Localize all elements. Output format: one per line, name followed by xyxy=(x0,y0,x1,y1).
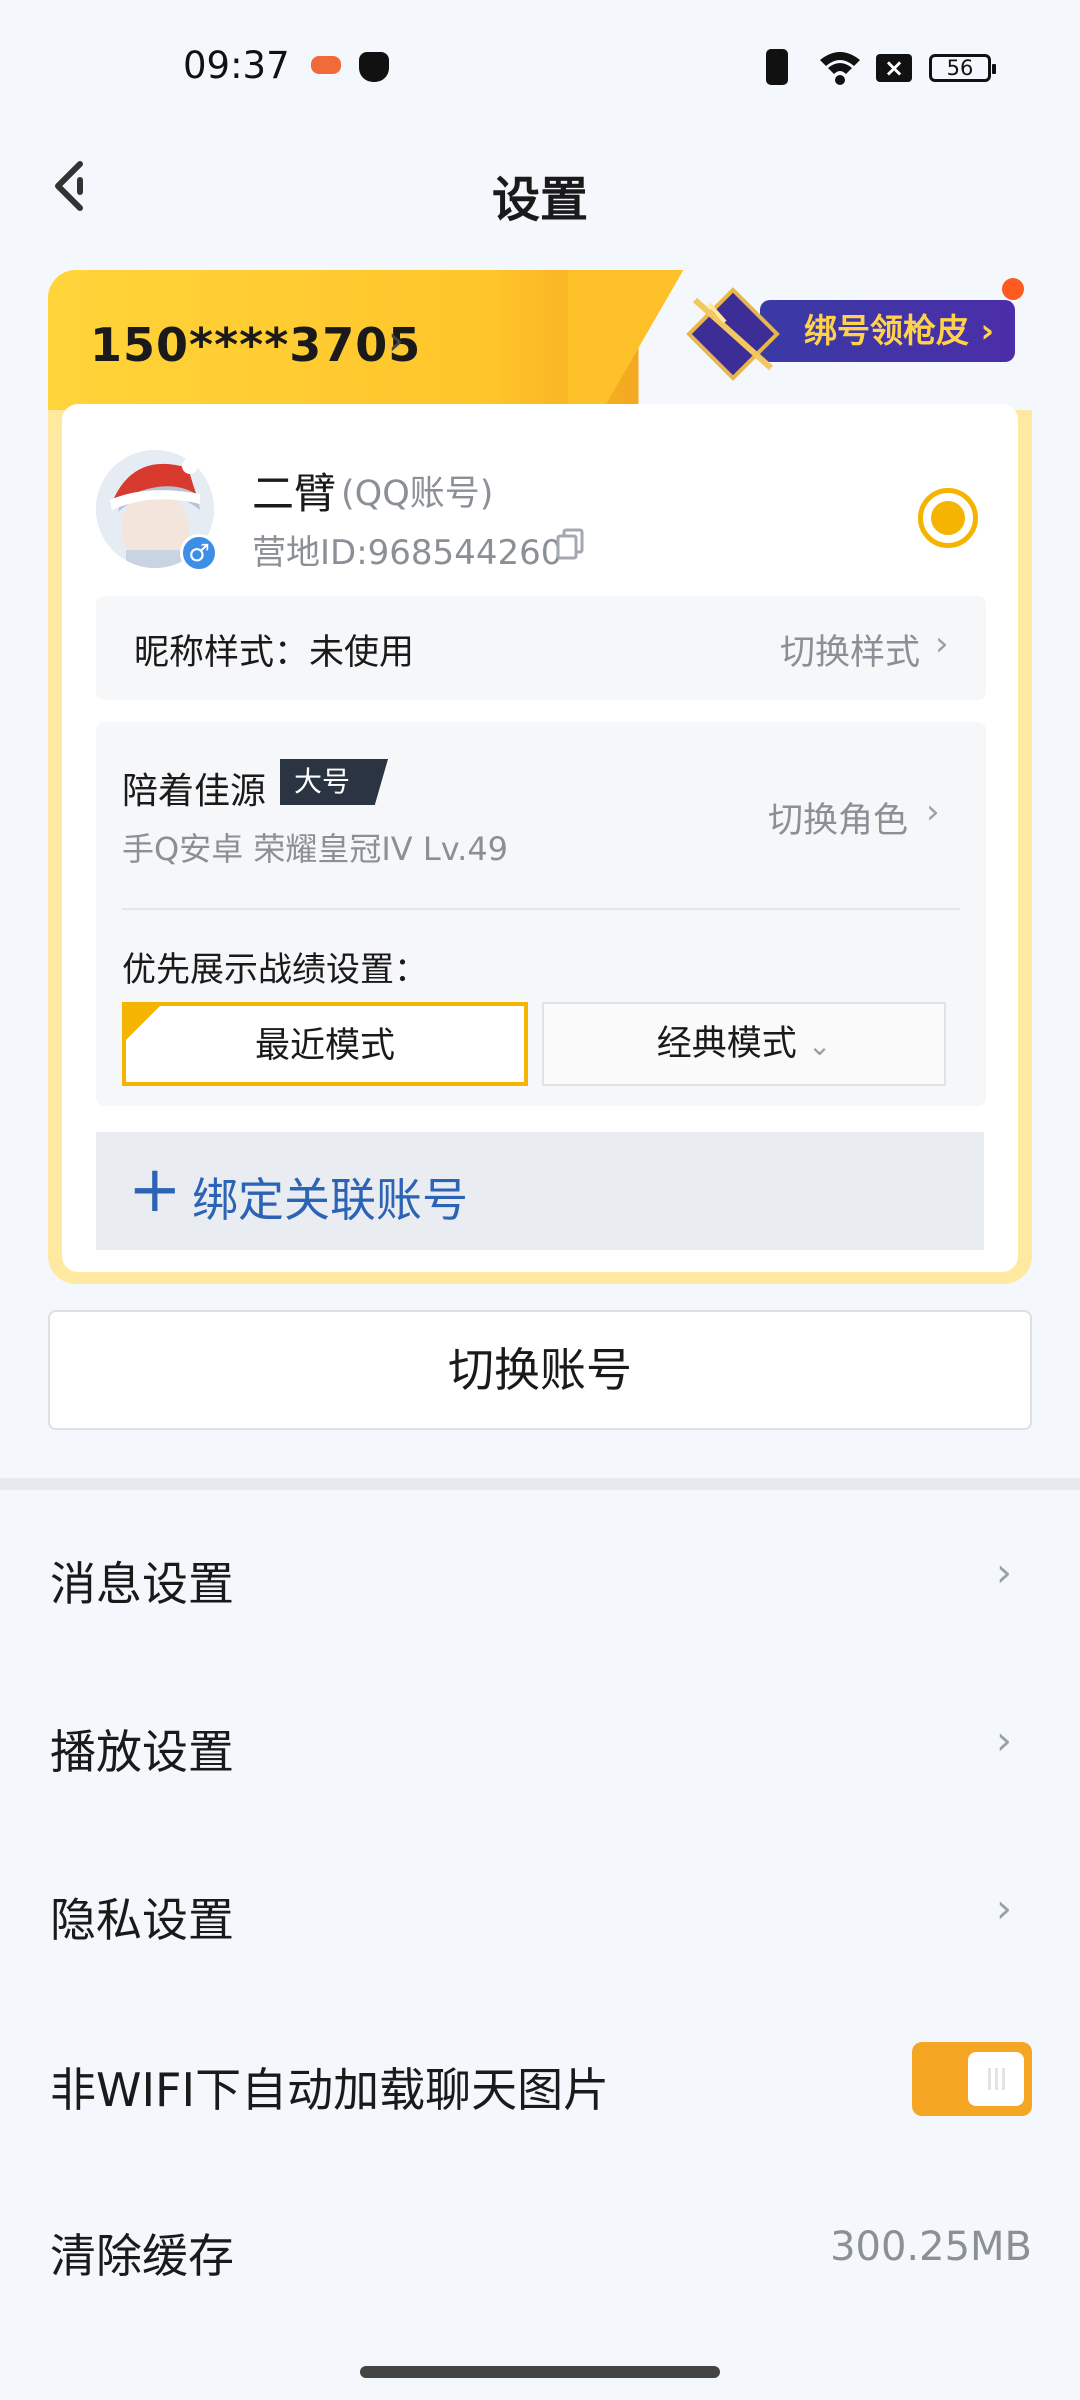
recent-mode-label: 最近模式 xyxy=(254,1026,395,1066)
chevron-right-icon: › xyxy=(996,1718,1012,1764)
recent-mode-button[interactable]: ✓ 最近模式 xyxy=(122,1002,528,1086)
menu-label: 播放设置 xyxy=(50,1725,234,1779)
nickname: 二臂 xyxy=(252,469,337,518)
record-priority-label: 优先展示战绩设置： xyxy=(122,950,428,990)
menu-label: 清除缓存 xyxy=(50,2229,234,2283)
notification-dot xyxy=(1002,278,1024,300)
nickname-style-label: 昵称样式：未使用 xyxy=(134,633,415,673)
game-app-icon xyxy=(311,56,341,74)
menu-label: 非WIFI下自动加载聊天图片 xyxy=(50,2063,610,2117)
menu-label: 隐私设置 xyxy=(50,1893,234,1947)
menu-item-message-settings[interactable]: 消息设置 › xyxy=(0,1520,1080,1640)
role-name: 陪着佳源 xyxy=(122,771,267,812)
classic-mode-dropdown[interactable]: 经典模式 ⌄ xyxy=(542,1002,946,1086)
bind-linked-account-label: 绑定关联账号 xyxy=(192,1173,468,1227)
no-sim-icon: × xyxy=(876,54,912,82)
switch-account-button[interactable]: 切换账号 xyxy=(48,1310,1032,1430)
chevron-right-icon: › xyxy=(996,1886,1012,1932)
phone-number[interactable]: 150****3705 xyxy=(90,318,421,372)
wifi-icon xyxy=(820,52,860,85)
toggle-knob xyxy=(968,2052,1024,2106)
chevron-right-icon: › xyxy=(926,792,940,832)
promo-label: 绑号领枪皮 › xyxy=(760,300,1015,362)
section-divider xyxy=(0,1478,1080,1490)
menu-item-clear-cache[interactable]: 清除缓存 300.25MB xyxy=(0,2190,1080,2310)
battery-icon: 56 xyxy=(929,54,996,82)
camp-id: 营地ID:968544260 xyxy=(252,533,563,573)
gun-skin-icon xyxy=(686,287,780,381)
menu-item-playback-settings[interactable]: 播放设置 › xyxy=(0,1688,1080,1808)
vibrate-icon xyxy=(766,49,788,85)
chevron-right-icon: › xyxy=(935,624,949,664)
status-bar: 09:37 × 56 xyxy=(0,0,1080,130)
menu-label: 消息设置 xyxy=(50,1557,234,1611)
switch-style-link[interactable]: 切换样式 xyxy=(780,624,920,675)
chevron-right-icon[interactable]: › xyxy=(388,318,404,364)
page-title: 设置 xyxy=(491,172,588,228)
classic-mode-label: 经典模式 xyxy=(656,1024,797,1064)
plus-icon: + xyxy=(128,1153,182,1227)
selected-account-radio[interactable] xyxy=(918,488,978,548)
bind-promo-banner[interactable]: 绑号领枪皮 › xyxy=(680,286,1015,381)
copy-icon[interactable] xyxy=(556,528,584,560)
home-indicator[interactable] xyxy=(360,2366,720,2378)
chevron-down-icon: ⌄ xyxy=(807,1029,832,1062)
menu-item-privacy-settings[interactable]: 隐私设置 › xyxy=(0,1856,1080,1976)
check-icon: ✓ xyxy=(126,1006,160,1040)
shield-app-icon xyxy=(359,52,389,82)
male-icon: ♂ xyxy=(180,534,218,572)
account-type: (QQ账号) xyxy=(341,474,494,514)
role-info: 手Q安卓 荣耀皇冠IV Lv.49 xyxy=(122,830,509,868)
status-time: 09:37 xyxy=(183,44,290,87)
chevron-right-icon: › xyxy=(996,1550,1012,1596)
divider xyxy=(122,908,960,910)
cache-size: 300.25MB xyxy=(830,2224,1032,2270)
auto-load-toggle[interactable] xyxy=(912,2042,1032,2116)
switch-role-link[interactable]: 切换角色 xyxy=(768,792,908,843)
